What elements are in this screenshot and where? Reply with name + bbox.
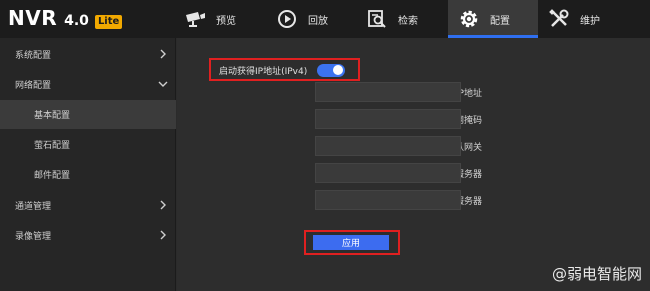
tab-preview[interactable]: 预览 [184,0,250,38]
tab-search[interactable]: 检索 [366,0,436,38]
sidebar-item-network-config[interactable]: 网络配置 [0,70,176,99]
tab-playback[interactable]: 回放 [276,0,342,38]
logo-badge: Lite [94,15,123,29]
form-row-alternate-dns: 备用DNS服务器 [177,190,650,210]
dhcp-label: 启动获得IP地址(IPv4) [219,67,308,77]
alternate-dns-input[interactable] [315,190,461,210]
chevron-down-icon [158,81,168,87]
tab-maintenance[interactable]: 维护 [548,0,618,38]
logo-version: 4.0 [64,13,89,29]
sidebar-item-channel-management[interactable]: 通道管理 [0,191,176,220]
form-row-default-gateway: 默认网关 [177,136,650,156]
search-icon [366,8,388,30]
tab-maintenance-label: 维护 [580,15,600,27]
gear-icon [458,8,480,30]
sidebar-item-label: 通道管理 [15,202,52,212]
tab-preview-label: 预览 [216,15,236,27]
apply-highlight-box: 应用 [304,230,400,255]
tab-search-label: 检索 [398,15,418,27]
sidebar-item-email-config[interactable]: 邮件配置 [0,160,176,189]
logo-text: NVR [8,6,58,30]
watermark: @弱电智能网 [551,265,642,283]
sidebar-item-label: 萤石配置 [34,141,71,151]
sidebar-item-label: 系统配置 [15,51,52,61]
sidebar-item-recording-management[interactable]: 录像管理 [0,221,176,250]
form-row-ip-address: IP地址 [177,82,650,102]
sidebar-item-ezviz-config[interactable]: 萤石配置 [0,130,176,159]
playback-icon [276,8,298,30]
preferred-dns-input[interactable] [315,163,461,183]
sidebar-item-system-config[interactable]: 系统配置 [0,40,176,69]
chevron-right-icon [160,49,166,59]
form-row-preferred-dns: 首选DNS服务器 [177,163,650,183]
sidebar-item-label: 录像管理 [15,232,52,242]
tab-playback-label: 回放 [308,15,328,27]
default-gateway-input[interactable] [315,136,461,156]
sidebar: 系统配置 网络配置 基本配置 萤石配置 邮件配置 通道管理 录像管理 [0,38,176,291]
chevron-right-icon [160,200,166,210]
dhcp-toggle[interactable] [317,63,345,77]
form-row-subnet-mask: 子网掩码 [177,109,650,129]
sidebar-item-label: 邮件配置 [34,171,71,181]
sidebar-item-label: 基本配置 [34,111,71,121]
camera-icon [184,8,206,30]
toggle-knob [333,65,343,75]
sidebar-item-basic-config[interactable]: 基本配置 [0,100,176,129]
tab-config[interactable]: 配置 [448,0,538,38]
sidebar-item-label: 网络配置 [15,81,52,91]
tab-config-label: 配置 [490,15,510,27]
top-nav-bar: NVR 4.0 Lite 预览 回放 检索 配置 维护 [0,0,650,38]
apply-button[interactable]: 应用 [313,235,389,250]
ip-address-input[interactable] [315,82,461,102]
chevron-right-icon [160,230,166,240]
network-basic-config-panel: 启动获得IP地址(IPv4) IP地址 子网掩码 默认网关 首选DNS服务器 备… [177,38,650,291]
dhcp-highlight-box: 启动获得IP地址(IPv4) [209,58,360,81]
tools-icon [548,8,570,30]
subnet-mask-input[interactable] [315,109,461,129]
app-logo: NVR 4.0 Lite [8,6,123,30]
